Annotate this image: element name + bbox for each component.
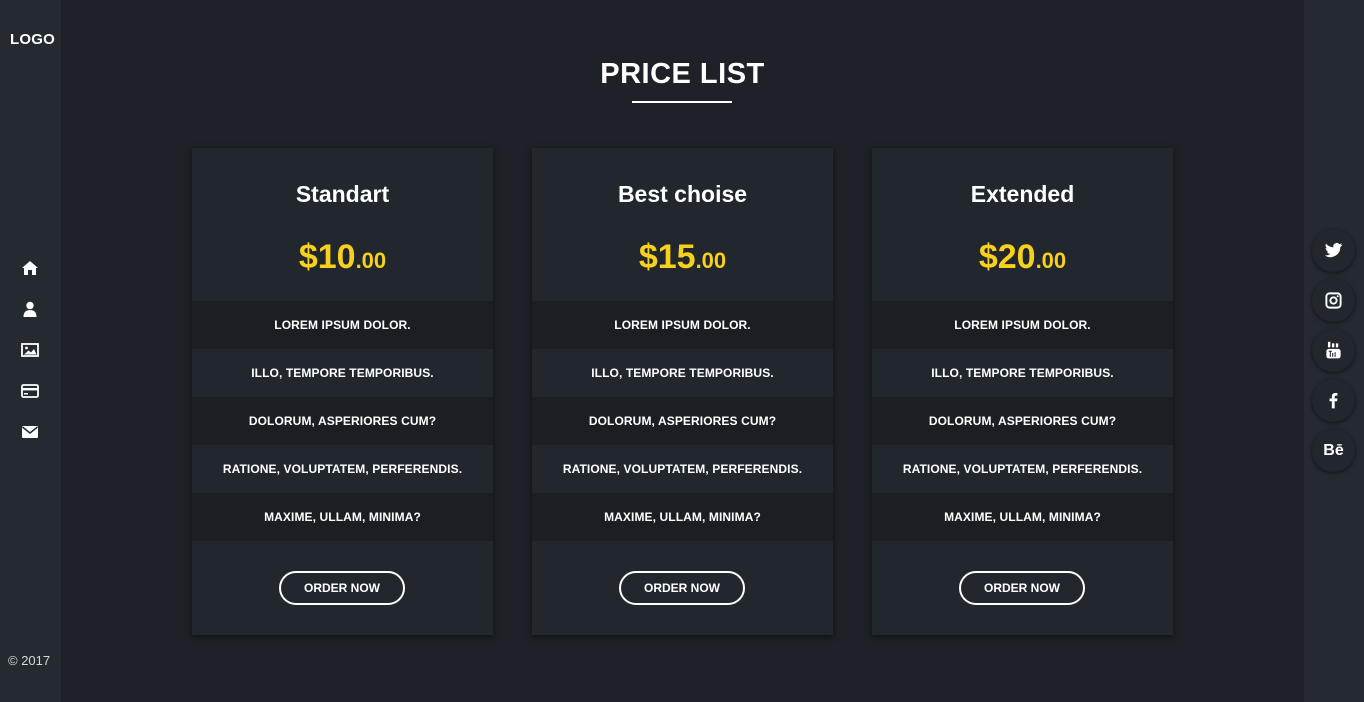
price-main: $20 xyxy=(978,238,1036,276)
price-cents: .00 xyxy=(695,248,727,273)
main-content: PRICE LIST Standart $10.00 LOREM IPSUM D… xyxy=(61,0,1304,692)
social-behance[interactable]: Bē xyxy=(1312,429,1355,472)
price-card-standart: Standart $10.00 LOREM IPSUM DOLOR. ILLO,… xyxy=(192,148,493,635)
feature-item: ILLO, TEMPORE TEMPORIBUS. xyxy=(192,349,493,397)
title-underline xyxy=(632,101,732,103)
order-now-button[interactable]: ORDER NOW xyxy=(279,571,405,605)
plan-price: $10.00 xyxy=(192,238,493,277)
feature-item: LOREM IPSUM DOLOR. xyxy=(532,301,833,349)
plan-name: Extended xyxy=(970,181,1075,207)
credit-card-icon xyxy=(21,384,39,398)
card-header: Best choise $15.00 xyxy=(532,148,833,301)
behance-icon: Bē xyxy=(1323,442,1344,459)
plan-name: Best choise xyxy=(617,181,748,207)
feature-item: ILLO, TEMPORE TEMPORIBUS. xyxy=(872,349,1173,397)
feature-item: RATIONE, VOLUPTATEM, PERFERENDIS. xyxy=(872,445,1173,493)
logo[interactable]: LOGO xyxy=(10,31,55,48)
social-instagram[interactable] xyxy=(1312,279,1355,322)
nav-item-gallery[interactable] xyxy=(0,338,61,379)
image-icon xyxy=(21,343,39,357)
instagram-icon xyxy=(1325,292,1342,309)
feature-item: MAXIME, ULLAM, MINIMA? xyxy=(192,493,493,541)
feature-item: MAXIME, ULLAM, MINIMA? xyxy=(532,493,833,541)
feature-item: DOLORUM, ASPERIORES CUM? xyxy=(532,397,833,445)
social-twitter[interactable] xyxy=(1312,229,1355,272)
price-main: $15 xyxy=(638,238,696,276)
feature-item: RATIONE, VOLUPTATEM, PERFERENDIS. xyxy=(532,445,833,493)
feature-item: MAXIME, ULLAM, MINIMA? xyxy=(872,493,1173,541)
plan-price: $20.00 xyxy=(872,238,1173,277)
price-main: $10 xyxy=(298,238,356,276)
price-cents: .00 xyxy=(355,248,387,273)
nav-item-home[interactable] xyxy=(0,256,61,297)
feature-item: DOLORUM, ASPERIORES CUM? xyxy=(192,397,493,445)
price-card-best-choise: Best choise $15.00 LOREM IPSUM DOLOR. IL… xyxy=(532,148,833,635)
feature-item: LOREM IPSUM DOLOR. xyxy=(192,301,493,349)
nav-item-contact[interactable] xyxy=(0,420,61,461)
twitter-icon xyxy=(1324,242,1343,258)
left-sidebar: LOGO © 2017 xyxy=(0,0,61,702)
facebook-icon xyxy=(1329,392,1338,409)
page-title: PRICE LIST xyxy=(600,58,765,90)
plan-price: $15.00 xyxy=(532,238,833,277)
order-now-button[interactable]: ORDER NOW xyxy=(619,571,745,605)
card-header: Standart $10.00 xyxy=(192,148,493,301)
feature-item: RATIONE, VOLUPTATEM, PERFERENDIS. xyxy=(192,445,493,493)
home-icon xyxy=(22,261,38,275)
social-youtube[interactable] xyxy=(1312,329,1355,372)
price-card-extended: Extended $20.00 LOREM IPSUM DOLOR. ILLO,… xyxy=(872,148,1173,635)
feature-item: LOREM IPSUM DOLOR. xyxy=(872,301,1173,349)
card-header: Extended $20.00 xyxy=(872,148,1173,301)
envelope-icon xyxy=(22,426,38,438)
social-facebook[interactable] xyxy=(1312,379,1355,422)
sidebar-nav xyxy=(0,256,61,461)
feature-item: DOLORUM, ASPERIORES CUM? xyxy=(872,397,1173,445)
plan-name: Standart xyxy=(295,181,390,207)
nav-item-pricing[interactable] xyxy=(0,379,61,420)
nav-item-user[interactable] xyxy=(0,297,61,338)
copyright: © 2017 xyxy=(8,653,51,668)
feature-item: ILLO, TEMPORE TEMPORIBUS. xyxy=(532,349,833,397)
user-icon xyxy=(23,301,37,317)
order-now-button[interactable]: ORDER NOW xyxy=(959,571,1085,605)
youtube-icon xyxy=(1326,341,1341,359)
price-cents: .00 xyxy=(1035,248,1067,273)
